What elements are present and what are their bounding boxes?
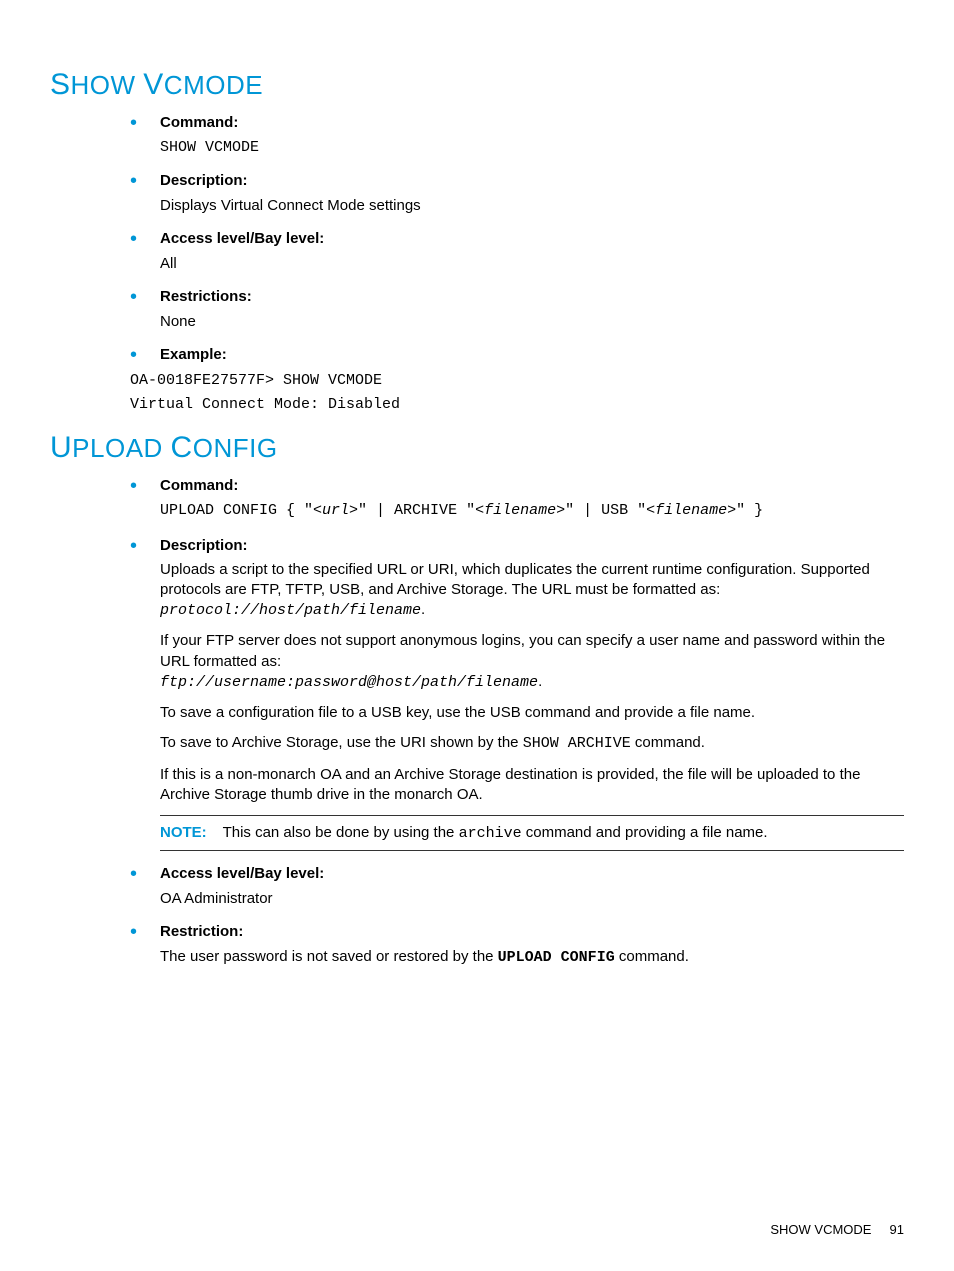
restriction-text: The user password is not saved or restor… (160, 948, 689, 965)
footer-page: 91 (890, 1222, 904, 1237)
command-label-2: Command: (160, 477, 904, 494)
section2-list: Command: UPLOAD CONFIG { "<url>" | ARCHI… (160, 477, 904, 968)
description-label: Description: (160, 172, 904, 189)
command-value: SHOW VCMODE (160, 139, 259, 156)
section1-list: Command: SHOW VCMODE Description: Displa… (160, 114, 904, 417)
desc-p5: If this is a non-monarch OA and an Archi… (160, 765, 904, 806)
desc-p2: If your FTP server does not support anon… (160, 631, 904, 693)
desc-p1: Uploads a script to the specified URL or… (160, 560, 904, 622)
item-description-2: Description: Uploads a script to the spe… (160, 537, 904, 852)
item-command-2: Command: UPLOAD CONFIG { "<url>" | ARCHI… (160, 477, 904, 523)
access-label-2: Access level/Bay level: (160, 865, 904, 882)
description-block: Uploads a script to the specified URL or… (160, 560, 904, 852)
footer-title: SHOW VCMODE (770, 1222, 871, 1237)
access-label: Access level/Bay level: (160, 230, 904, 247)
item-access: Access level/Bay level: All (160, 230, 904, 274)
description-label-2: Description: (160, 537, 904, 554)
description-value: Displays Virtual Connect Mode settings (160, 197, 421, 214)
access-value: All (160, 255, 177, 272)
access-value-2: OA Administrator (160, 890, 273, 907)
page-footer: SHOW VCMODE 91 (770, 1222, 904, 1237)
note-box: NOTE: This can also be done by using the… (160, 815, 904, 851)
item-command: Command: SHOW VCMODE (160, 114, 904, 158)
command-label: Command: (160, 114, 904, 131)
command-syntax: UPLOAD CONFIG { "<url>" | ARCHIVE "<file… (160, 500, 904, 523)
restrictions-label: Restrictions: (160, 288, 904, 305)
section-heading-show-vcmode: SHOW VCMODE (50, 68, 904, 102)
example-line1: OA-0018FE27577F> SHOW VCMODE (130, 369, 904, 393)
item-access-2: Access level/Bay level: OA Administrator (160, 865, 904, 909)
example-label: Example: (160, 346, 904, 363)
desc-p3: To save a configuration file to a USB ke… (160, 703, 904, 723)
note-label: NOTE: (160, 824, 207, 841)
restrictions-value: None (160, 313, 196, 330)
restriction-label: Restriction: (160, 923, 904, 940)
section-heading-upload-config: UPLOAD CONFIG (50, 431, 904, 465)
desc-p4: To save to Archive Storage, use the URI … (160, 733, 904, 754)
item-restrictions: Restrictions: None (160, 288, 904, 332)
item-example: Example: OA-0018FE27577F> SHOW VCMODE Vi… (160, 346, 904, 417)
example-block: OA-0018FE27577F> SHOW VCMODE Virtual Con… (130, 369, 904, 417)
example-line2: Virtual Connect Mode: Disabled (130, 393, 904, 417)
item-restriction-2: Restriction: The user password is not sa… (160, 923, 904, 968)
item-description: Description: Displays Virtual Connect Mo… (160, 172, 904, 216)
